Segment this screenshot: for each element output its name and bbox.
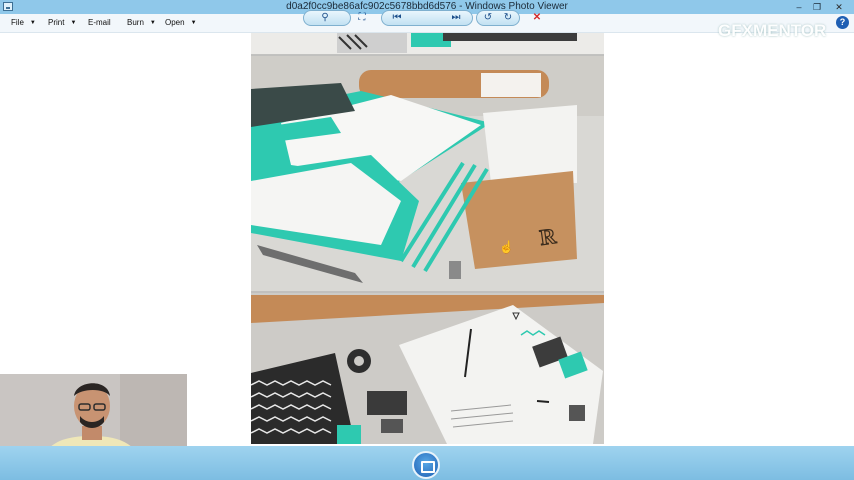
menu-open-label: Open (165, 18, 185, 27)
chevron-down-icon: ▼ (29, 20, 36, 26)
photo-display[interactable]: R ☝ (251, 33, 604, 444)
stationery-photo: R ☝ (251, 33, 604, 444)
menu-file[interactable]: File ▼ (11, 18, 36, 27)
previous-icon[interactable]: ⏮ (388, 11, 406, 25)
photo-viewer-window: d0a2f0cc9be86afc902c5678bbd6d576 - Windo… (0, 0, 854, 480)
help-icon[interactable]: ? (836, 16, 849, 29)
chevron-down-icon: ▼ (149, 20, 156, 26)
menu-email-label: E-mail (88, 18, 111, 27)
chevron-down-icon: ▼ (70, 20, 77, 26)
delete-icon[interactable]: ✕ (528, 11, 546, 25)
next-icon[interactable]: ⏭ (447, 11, 465, 25)
menu-file-label: File (11, 18, 24, 27)
watermark-logo: GFXMENTOR (718, 21, 827, 40)
maximize-button[interactable]: ❐ (806, 0, 828, 14)
rotate-ccw-icon[interactable]: ↺ (479, 11, 497, 25)
menu-print[interactable]: Print ▼ (48, 18, 76, 27)
menu-open[interactable]: Open ▼ (165, 18, 197, 27)
zoom-icon[interactable]: ⚲ (316, 11, 334, 25)
menu-burn[interactable]: Burn ▼ (127, 18, 156, 27)
menu-email[interactable]: E-mail (88, 18, 111, 27)
menu-print-label: Print (48, 18, 65, 27)
menu-burn-label: Burn (127, 18, 144, 27)
slideshow-icon[interactable] (412, 451, 440, 479)
svg-text:☝: ☝ (499, 239, 514, 254)
rotate-cw-icon[interactable]: ↻ (499, 11, 517, 25)
chevron-down-icon: ▼ (190, 20, 197, 26)
close-button[interactable]: ✕ (826, 0, 852, 14)
fit-window-icon[interactable]: ⛶ (353, 11, 371, 25)
